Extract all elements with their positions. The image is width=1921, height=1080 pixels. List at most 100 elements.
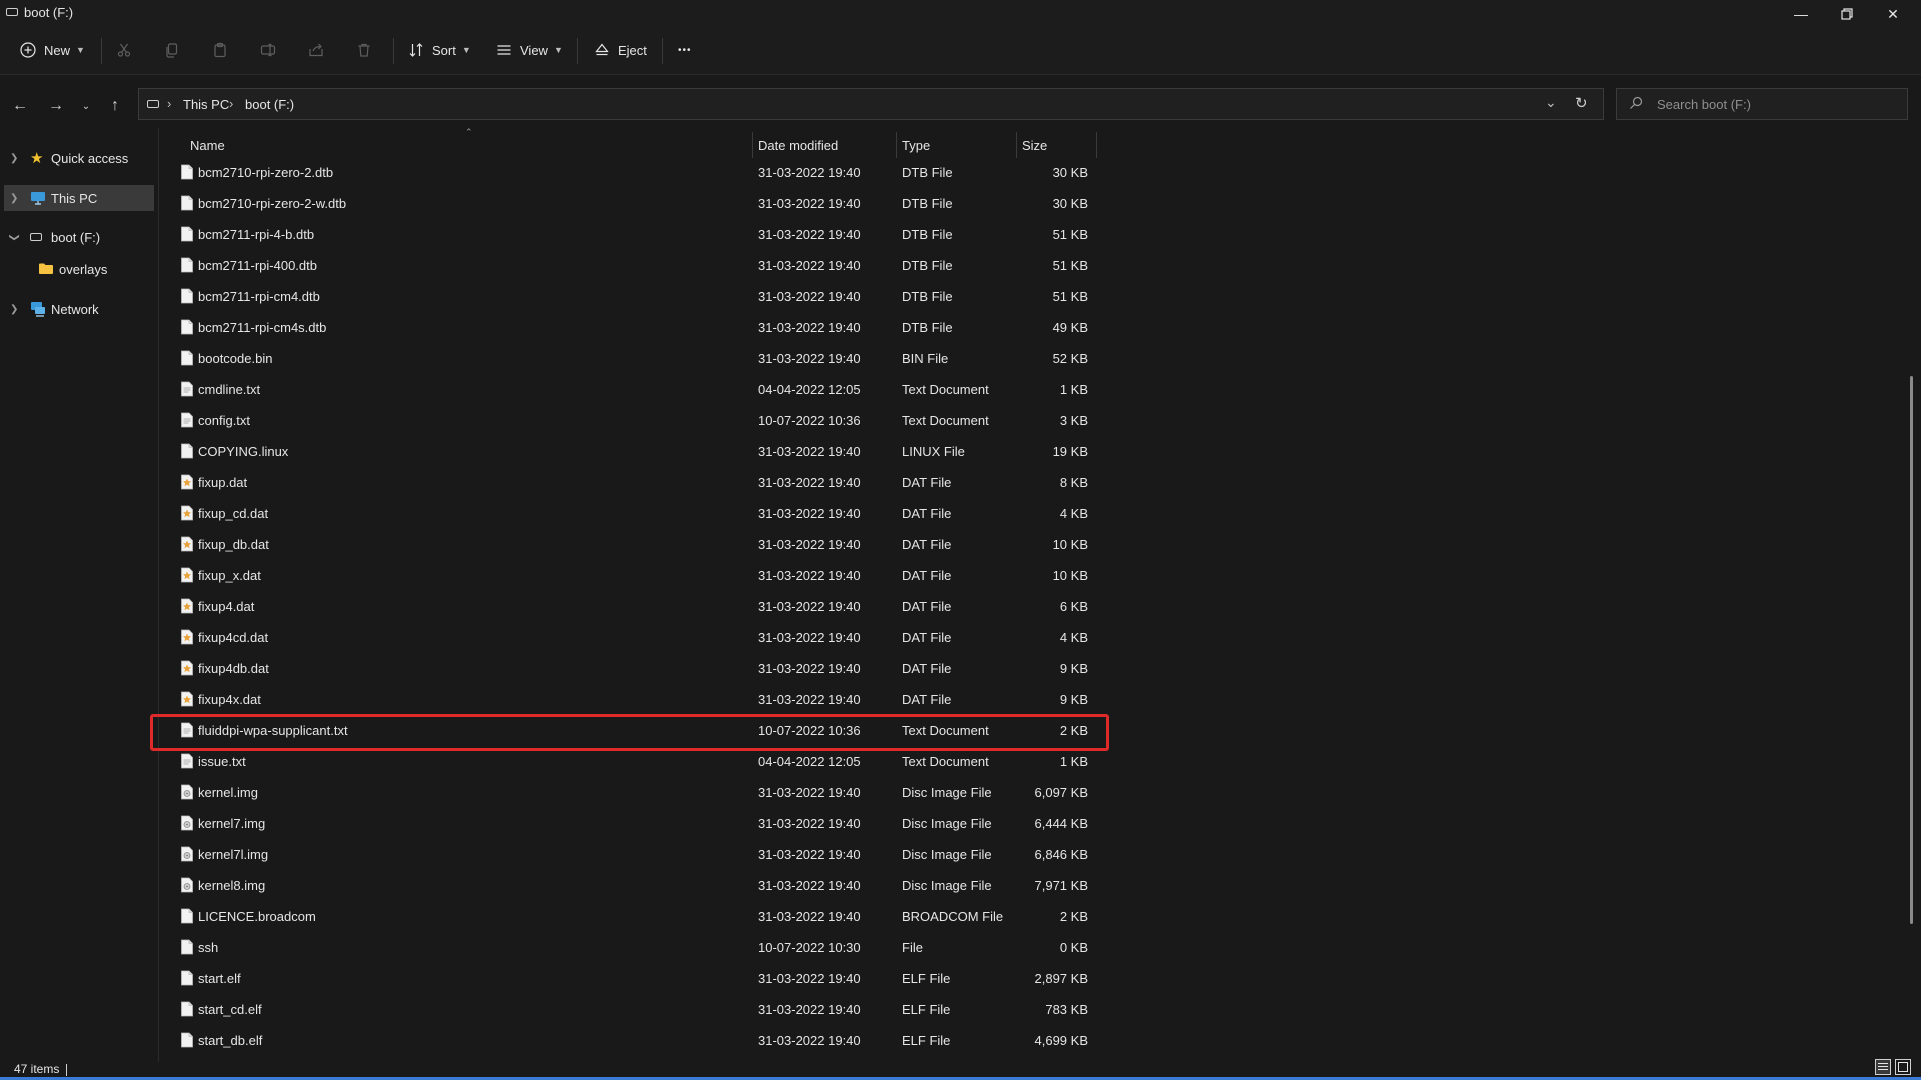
rename-button[interactable] — [260, 38, 276, 62]
file-size: 6 KB — [1059, 599, 1088, 614]
file-name: bootcode.bin — [198, 351, 273, 366]
delete-button[interactable] — [356, 38, 372, 62]
file-row[interactable]: fixup_cd.dat 31-03-2022 19:40 DAT File 4 KB — [178, 498, 1094, 529]
sort-button[interactable]: Sort ▼ — [408, 38, 471, 62]
chevron-right-icon[interactable]: ❯ — [10, 153, 18, 164]
file-row[interactable]: bcm2711-rpi-400.dtb 31-03-2022 19:40 DTB F… — [178, 250, 1094, 281]
file-row[interactable]: fixup_db.dat 31-03-2022 19:40 DAT File 10 K… — [178, 529, 1094, 560]
file-row[interactable]: LICENCE.broadcom 31-03-2022 19:40 BROADCOM… — [178, 901, 1094, 932]
view-button[interactable]: View ▼ — [496, 38, 563, 62]
file-name: fixup4db.dat — [198, 661, 269, 676]
nav-item-quick-access[interactable]: ❯ ★ Quick access — [4, 145, 154, 171]
file-name: ssh — [198, 940, 219, 955]
file-row[interactable]: fixup.dat 31-03-2022 19:40 DAT File 8 KB — [178, 467, 1094, 498]
column-header-date-modified[interactable]: Date modified — [758, 138, 838, 153]
address-bar[interactable]: › This PC › boot (F:) ⌄ ↻ — [138, 88, 1604, 120]
cut-button[interactable] — [116, 38, 132, 62]
details-view-button[interactable] — [1875, 1059, 1891, 1075]
large-icons-view-button[interactable] — [1895, 1059, 1911, 1075]
file-size: 6,097 KB — [1034, 785, 1089, 800]
back-button[interactable]: ← — [8, 94, 32, 118]
file-date-modified: 31-03-2022 19:40 — [758, 568, 861, 583]
new-button[interactable]: New ▼ — [20, 38, 85, 62]
file-row[interactable]: ssh 10-07-2022 10:30 File 0 KB — [178, 932, 1094, 963]
recent-locations-button[interactable]: ⌄ — [74, 94, 98, 118]
file-date-modified: 31-03-2022 19:40 — [758, 227, 861, 242]
search-box[interactable]: Search boot (F:) — [1616, 88, 1908, 120]
file-row[interactable]: kernel7l.img 31-03-2022 19:40 Disc Image F… — [178, 839, 1094, 870]
large-icons-view-icon — [1898, 1062, 1908, 1072]
eject-button[interactable]: Eject — [594, 38, 647, 62]
file-type: Text Document — [902, 754, 989, 769]
paste-button[interactable] — [212, 38, 228, 62]
file-date-modified: 31-03-2022 19:40 — [758, 165, 861, 180]
file-row[interactable]: bcm2710-rpi-zero-2.dtb 31-03-2022 19:40 DT… — [178, 157, 1094, 188]
breadcrumb-boot-drive[interactable]: boot (F:) — [245, 97, 294, 112]
file-row[interactable]: bcm2711-rpi-4-b.dtb 31-03-2022 19:40 DTB F… — [178, 219, 1094, 250]
file-name: fixup.dat — [198, 475, 248, 490]
file-name: fixup4x.dat — [198, 692, 261, 707]
chevron-right-icon[interactable]: ❯ — [10, 304, 18, 315]
nav-item-boot-drive[interactable]: ❯ boot (F:) — [4, 224, 154, 250]
nav-item-this-pc[interactable]: ❯ This PC — [4, 185, 154, 211]
chevron-right-icon[interactable]: ❯ — [10, 193, 18, 204]
file-row[interactable]: kernel.img 31-03-2022 19:40 Disc Image Fil… — [178, 777, 1094, 808]
up-button[interactable]: ↑ — [103, 94, 127, 118]
refresh-icon[interactable]: ↻ — [1575, 94, 1588, 112]
breadcrumb-this-pc[interactable]: This PC — [183, 97, 229, 112]
file-row[interactable]: bootcode.bin 31-03-2022 19:40 BIN File 52 K… — [178, 343, 1094, 374]
minimize-button[interactable]: — — [1778, 0, 1824, 28]
file-type: DAT File — [902, 568, 952, 583]
address-history-dropdown[interactable]: ⌄ — [1545, 94, 1557, 111]
file-name: bcm2711-rpi-cm4.dtb — [198, 289, 320, 304]
copy-button[interactable] — [164, 38, 180, 62]
scrollbar-thumb[interactable] — [1910, 376, 1913, 924]
dat-file-icon — [180, 629, 194, 648]
file-type: DTB File — [902, 258, 953, 273]
share-icon — [309, 43, 323, 57]
column-divider[interactable] — [1016, 132, 1017, 158]
file-type: BIN File — [902, 351, 949, 366]
file-row[interactable]: start.elf 31-03-2022 19:40 ELF File 2,897 K… — [178, 963, 1094, 994]
file-row[interactable]: start_cd.elf 31-03-2022 19:40 ELF File 783 … — [178, 994, 1094, 1025]
file-row[interactable]: fixup4cd.dat 31-03-2022 19:40 DAT File 4 KB — [178, 622, 1094, 653]
text-file-icon — [180, 412, 194, 431]
more-options-button[interactable]: ••• — [678, 38, 692, 62]
file-icon — [180, 1001, 194, 1020]
nav-item-network[interactable]: ❯ Network — [4, 296, 154, 322]
file-size: 6,846 KB — [1034, 847, 1089, 862]
forward-button[interactable]: → — [44, 94, 68, 118]
column-header-type[interactable]: Type — [902, 138, 930, 153]
file-row[interactable]: config.txt 10-07-2022 10:36 Text Document 3… — [178, 405, 1094, 436]
file-type: DTB File — [902, 289, 953, 304]
search-input[interactable]: Search boot (F:) — [1657, 97, 1751, 112]
file-row[interactable]: fixup4x.dat 31-03-2022 19:40 DAT File 9 KB — [178, 684, 1094, 715]
file-row[interactable]: cmdline.txt 04-04-2022 12:05 Text Document… — [178, 374, 1094, 405]
rename-icon — [260, 43, 276, 57]
file-row[interactable]: fixup4.dat 31-03-2022 19:40 DAT File 6 KB — [178, 591, 1094, 622]
column-header-name[interactable]: Name — [190, 138, 225, 153]
column-divider[interactable] — [896, 132, 897, 158]
file-row[interactable]: kernel8.img 31-03-2022 19:40 Disc Image Fi… — [178, 870, 1094, 901]
column-divider[interactable] — [1096, 132, 1097, 158]
close-button[interactable]: ✕ — [1870, 0, 1916, 28]
file-row[interactable]: fixup_x.dat 31-03-2022 19:40 DAT File 10 KB — [178, 560, 1094, 591]
chevron-down-icon: ▼ — [553, 45, 563, 55]
file-name: fixup4.dat — [198, 599, 255, 614]
file-row[interactable]: bcm2711-rpi-cm4s.dtb 31-03-2022 19:40 DTB … — [178, 312, 1094, 343]
share-button[interactable] — [308, 38, 324, 62]
file-row[interactable]: COPYING.linux 31-03-2022 19:40 LINUX File 1… — [178, 436, 1094, 467]
chevron-down-icon[interactable]: ❯ — [9, 233, 20, 241]
file-icon — [180, 226, 194, 245]
restore-icon — [1841, 8, 1853, 20]
column-header-size[interactable]: Size — [1022, 138, 1047, 153]
file-row[interactable]: fixup4db.dat 31-03-2022 19:40 DAT File 9 KB — [178, 653, 1094, 684]
restore-button[interactable] — [1824, 0, 1870, 28]
nav-item-overlays[interactable]: overlays — [4, 256, 154, 282]
file-row[interactable]: bcm2710-rpi-zero-2-w.dtb 31-03-2022 19:40… — [178, 188, 1094, 219]
column-divider[interactable] — [752, 132, 753, 158]
file-row[interactable]: start_db.elf 31-03-2022 19:40 ELF File 4,69… — [178, 1025, 1094, 1056]
file-row[interactable]: kernel7.img 31-03-2022 19:40 Disc Image Fi… — [178, 808, 1094, 839]
file-row[interactable]: bcm2711-rpi-cm4.dtb 31-03-2022 19:40 DTB F… — [178, 281, 1094, 312]
file-date-modified: 04-04-2022 12:05 — [758, 382, 861, 397]
